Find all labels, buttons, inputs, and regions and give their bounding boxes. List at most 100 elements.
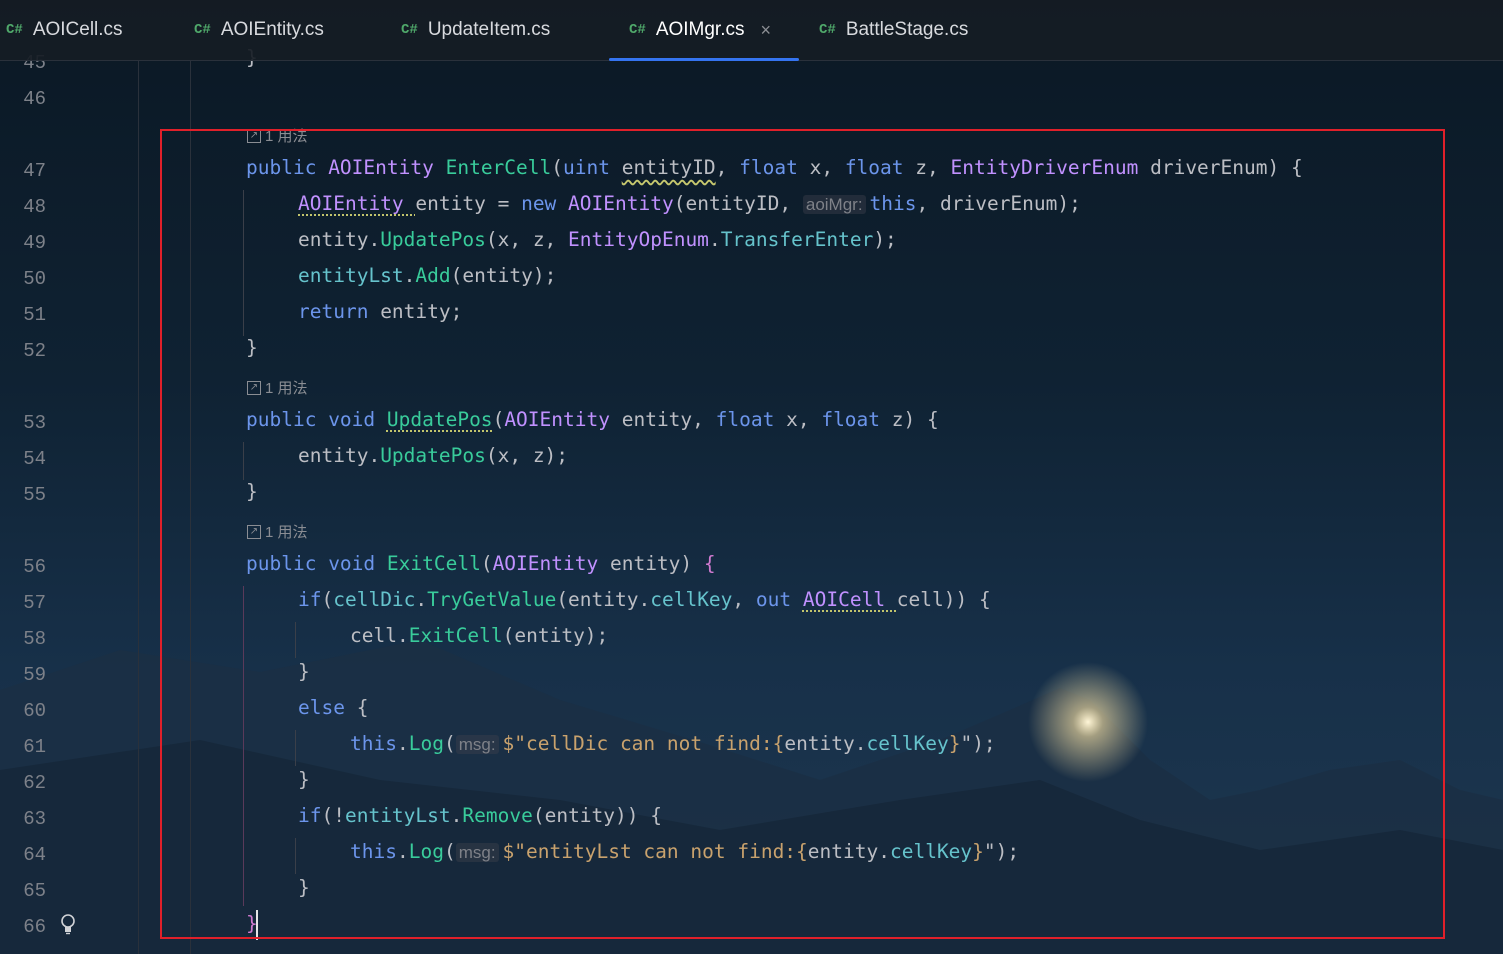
lightbulb-icon[interactable] xyxy=(60,913,76,935)
code-line-48[interactable]: AOIEntity entity = new AOIEntity(entityI… xyxy=(298,192,1081,215)
usage-link-icon: ↗ xyxy=(247,128,261,143)
token: AOICell xyxy=(802,588,897,611)
token: ( xyxy=(551,156,564,179)
line-number: 48 xyxy=(23,196,46,218)
csharp-file-icon: C# xyxy=(629,22,646,38)
token: this xyxy=(350,840,397,863)
line-number: 47 xyxy=(23,160,46,182)
token: entity. xyxy=(298,228,381,251)
line-number: 52 xyxy=(23,340,46,362)
parameter-inlay-hint: msg: xyxy=(455,843,499,862)
csharp-file-icon: C# xyxy=(6,22,23,38)
token: UpdatePos xyxy=(386,408,493,431)
code-line-49[interactable]: entity.UpdatePos(x, z, EntityOpEnum.Tran… xyxy=(298,228,897,251)
code-line-65[interactable]: } xyxy=(298,876,310,899)
code-line-50[interactable]: entityLst.Add(entity); xyxy=(298,264,556,287)
token: ( xyxy=(480,552,493,575)
token: cellDic xyxy=(333,588,416,611)
token: cellKey xyxy=(650,588,733,611)
token: public xyxy=(246,156,329,179)
token: out xyxy=(755,588,803,611)
token: Log xyxy=(408,840,444,863)
code-line-51[interactable]: return entity; xyxy=(298,300,462,323)
token: x, xyxy=(809,156,845,179)
token: TryGetValue xyxy=(427,588,557,611)
token: (entity)) { xyxy=(532,804,662,827)
usage-hint[interactable]: ↗ 1 用法 xyxy=(247,521,308,542)
line-number: 55 xyxy=(23,484,46,506)
line-number: 50 xyxy=(23,268,46,290)
usage-hint[interactable]: ↗ 1 用法 xyxy=(247,125,308,146)
token: EnterCell xyxy=(445,156,552,179)
code-line-64[interactable]: this.Log(msg: $"entityLst can not find:{e… xyxy=(350,840,1019,863)
code-line-58[interactable]: cell.ExitCell(entity); xyxy=(350,624,608,647)
line-number: 57 xyxy=(23,592,46,614)
token: entity, xyxy=(621,408,716,431)
line-number: 49 xyxy=(23,232,46,254)
code-line-62[interactable]: } xyxy=(298,768,310,791)
token: cellKey xyxy=(889,840,973,863)
token: entity = xyxy=(415,192,522,215)
line-number: 59 xyxy=(23,664,46,686)
close-tab-icon[interactable]: × xyxy=(761,20,772,41)
line-number: 65 xyxy=(23,880,46,902)
code-line-55[interactable]: } xyxy=(246,480,258,503)
token: void xyxy=(328,408,387,431)
code-line-63[interactable]: if(!entityLst.Remove(entity)) { xyxy=(298,804,662,827)
token: this xyxy=(350,732,397,755)
token: ExitCell xyxy=(386,552,481,575)
indent-guide xyxy=(295,838,296,874)
token: { xyxy=(356,696,369,719)
token: Remove xyxy=(462,804,533,827)
csharp-file-icon: C# xyxy=(401,22,418,38)
token: entity. xyxy=(807,840,890,863)
csharp-file-icon: C# xyxy=(194,22,211,38)
token: AOIEntity xyxy=(492,552,610,575)
tab-battlestage[interactable]: C# BattleStage.cs xyxy=(819,0,968,60)
token: uint xyxy=(563,156,622,179)
text-cursor xyxy=(256,910,258,940)
code-line-53[interactable]: public void UpdatePos(AOIEntity entity, … xyxy=(246,408,939,431)
token: . xyxy=(415,588,428,611)
code-line-56[interactable]: public void ExitCell(AOIEntity entity) { xyxy=(246,552,716,575)
token: Log xyxy=(408,732,444,755)
token: , xyxy=(732,588,756,611)
tab-aoimgr[interactable]: C# AOIMgr.cs × xyxy=(608,0,800,61)
tab-aoientity[interactable]: C# AOIEntity.cs xyxy=(194,0,324,60)
token: AOIEntity xyxy=(568,192,674,215)
code-line-60[interactable]: else { xyxy=(298,696,368,719)
tab-label: BattleStage.cs xyxy=(845,19,969,40)
usage-hint[interactable]: ↗ 1 用法 xyxy=(247,377,308,398)
line-number: 60 xyxy=(23,700,46,722)
code-line-59[interactable]: } xyxy=(298,660,310,683)
usage-hint-label: 1 用法 xyxy=(265,380,308,397)
token: float xyxy=(844,156,916,179)
token: entityLst xyxy=(298,264,404,287)
token: EntityDriverEnum xyxy=(950,156,1151,179)
code-line-54[interactable]: entity.UpdatePos(x, z); xyxy=(298,444,568,467)
token: . xyxy=(396,732,409,755)
code-line-57[interactable]: if(cellDic.TryGetValue(entity.cellKey, o… xyxy=(298,588,991,611)
token: driverEnum) { xyxy=(1150,156,1303,179)
token: { xyxy=(796,840,808,863)
tab-aoicell[interactable]: C# AOICell.cs xyxy=(6,0,123,60)
token: { xyxy=(772,732,785,755)
token: entity. xyxy=(298,444,381,467)
token: $"cellDic can not find: xyxy=(502,732,773,755)
indent-guide xyxy=(243,190,244,336)
token: cell)) { xyxy=(896,588,991,611)
token: . xyxy=(396,840,409,863)
code-line-47[interactable]: public AOIEntity EnterCell(uint entityID… xyxy=(246,156,1303,179)
token: entity; xyxy=(380,300,463,323)
code-line-52[interactable]: } xyxy=(246,336,258,359)
token: ); xyxy=(873,228,897,251)
token: float xyxy=(821,408,892,431)
usage-link-icon: ↗ xyxy=(247,380,261,395)
token: (x, z, xyxy=(485,228,569,251)
token: cell. xyxy=(350,624,409,647)
tab-label: AOIEntity.cs xyxy=(220,19,324,40)
token: . xyxy=(450,804,463,827)
code-line-61[interactable]: this.Log(msg: $"cellDic can not find:{ent… xyxy=(350,732,996,755)
line-number: 56 xyxy=(23,556,46,578)
tab-updateitem[interactable]: C# UpdateItem.cs xyxy=(401,0,550,60)
